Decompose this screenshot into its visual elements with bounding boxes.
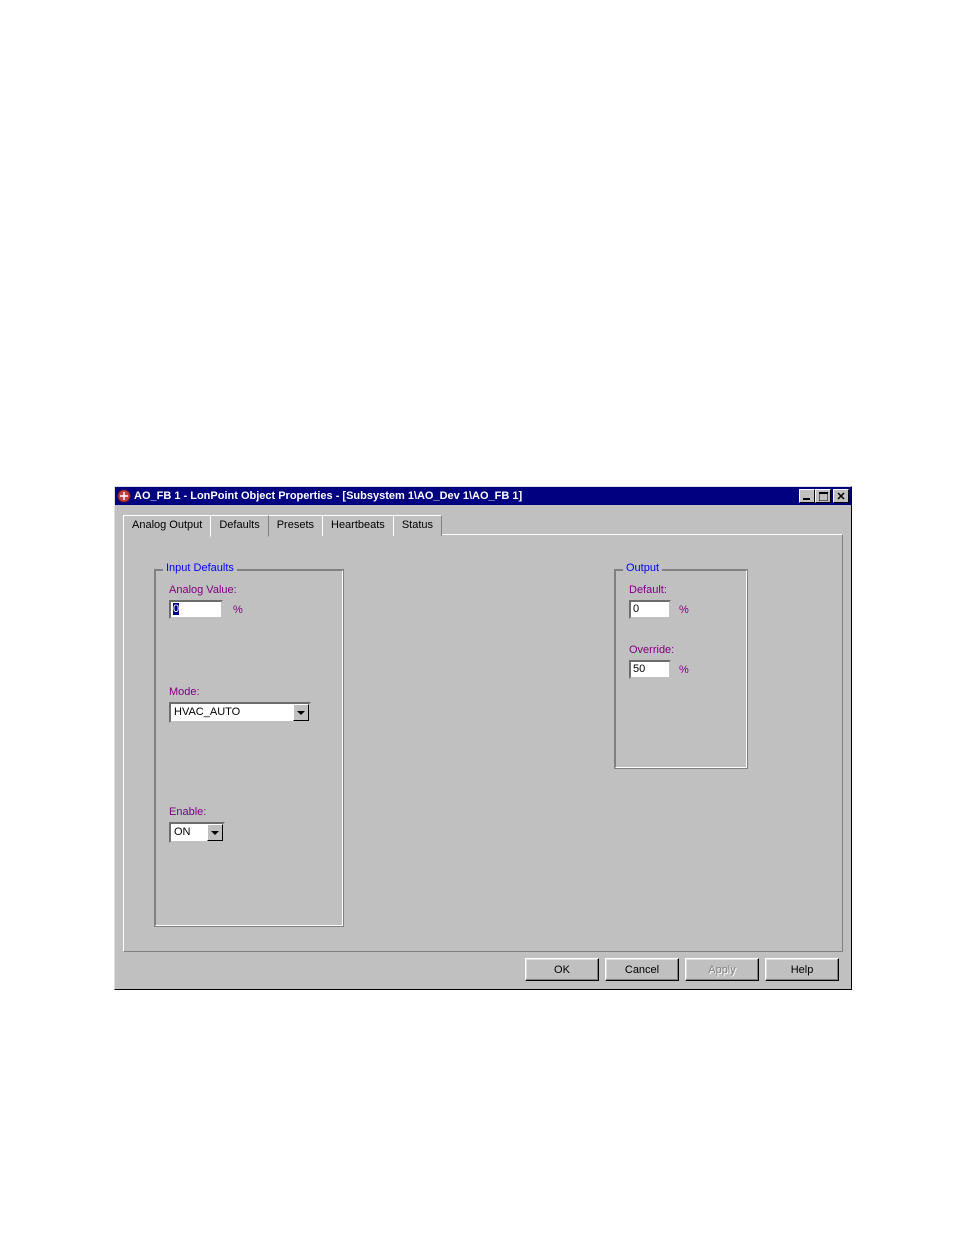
output-override-value: 50 [633, 663, 645, 675]
tab-defaults[interactable]: Defaults [210, 515, 268, 537]
maximize-button[interactable] [815, 489, 831, 503]
client-area: Analog Output Defaults Presets Heartbeat… [115, 505, 851, 989]
chevron-down-icon[interactable] [207, 824, 223, 841]
mode-value: HVAC_AUTO [171, 704, 293, 721]
output-override-label: Override: [629, 644, 674, 656]
dialog-window: AO_FB 1 - LonPoint Object Properties - [… [114, 486, 852, 990]
tab-presets[interactable]: Presets [268, 515, 323, 536]
ok-button[interactable]: OK [525, 958, 599, 981]
input-defaults-group: Input Defaults Analog Value: 0 % Mode: H… [154, 569, 344, 927]
analog-value-unit: % [233, 604, 243, 616]
enable-label: Enable: [169, 806, 206, 818]
minimize-button[interactable] [799, 489, 815, 503]
input-defaults-legend: Input Defaults [163, 562, 237, 574]
output-default-label: Default: [629, 584, 667, 596]
output-default-value: 0 [633, 603, 639, 615]
mode-select[interactable]: HVAC_AUTO [169, 702, 311, 723]
tab-strip: Analog Output Defaults Presets Heartbeat… [123, 515, 843, 536]
tab-status[interactable]: Status [393, 515, 442, 536]
tab-heartbeats[interactable]: Heartbeats [322, 515, 394, 536]
close-button[interactable] [833, 489, 849, 503]
apply-button[interactable]: Apply [685, 958, 759, 981]
output-override-input[interactable]: 50 [629, 660, 671, 679]
app-icon [117, 489, 131, 503]
output-override-unit: % [679, 664, 689, 676]
window-controls [799, 489, 849, 503]
titlebar[interactable]: AO_FB 1 - LonPoint Object Properties - [… [115, 487, 851, 505]
enable-value: ON [171, 824, 207, 841]
tab-panel-defaults: Input Defaults Analog Value: 0 % Mode: H… [123, 534, 843, 952]
analog-value-text: 0 [173, 603, 179, 615]
analog-value-input[interactable]: 0 [169, 600, 223, 619]
output-group: Output Default: 0 % Override: 50 % [614, 569, 748, 769]
enable-select[interactable]: ON [169, 822, 225, 843]
cancel-button[interactable]: Cancel [605, 958, 679, 981]
chevron-down-icon[interactable] [293, 704, 309, 721]
window-title: AO_FB 1 - LonPoint Object Properties - [… [134, 490, 799, 502]
output-default-unit: % [679, 604, 689, 616]
dialog-button-row: OK Cancel Apply Help [123, 952, 843, 983]
help-button[interactable]: Help [765, 958, 839, 981]
tab-analog-output[interactable]: Analog Output [123, 515, 211, 536]
output-legend: Output [623, 562, 662, 574]
mode-label: Mode: [169, 686, 200, 698]
output-default-input[interactable]: 0 [629, 600, 671, 619]
analog-value-label: Analog Value: [169, 584, 237, 596]
